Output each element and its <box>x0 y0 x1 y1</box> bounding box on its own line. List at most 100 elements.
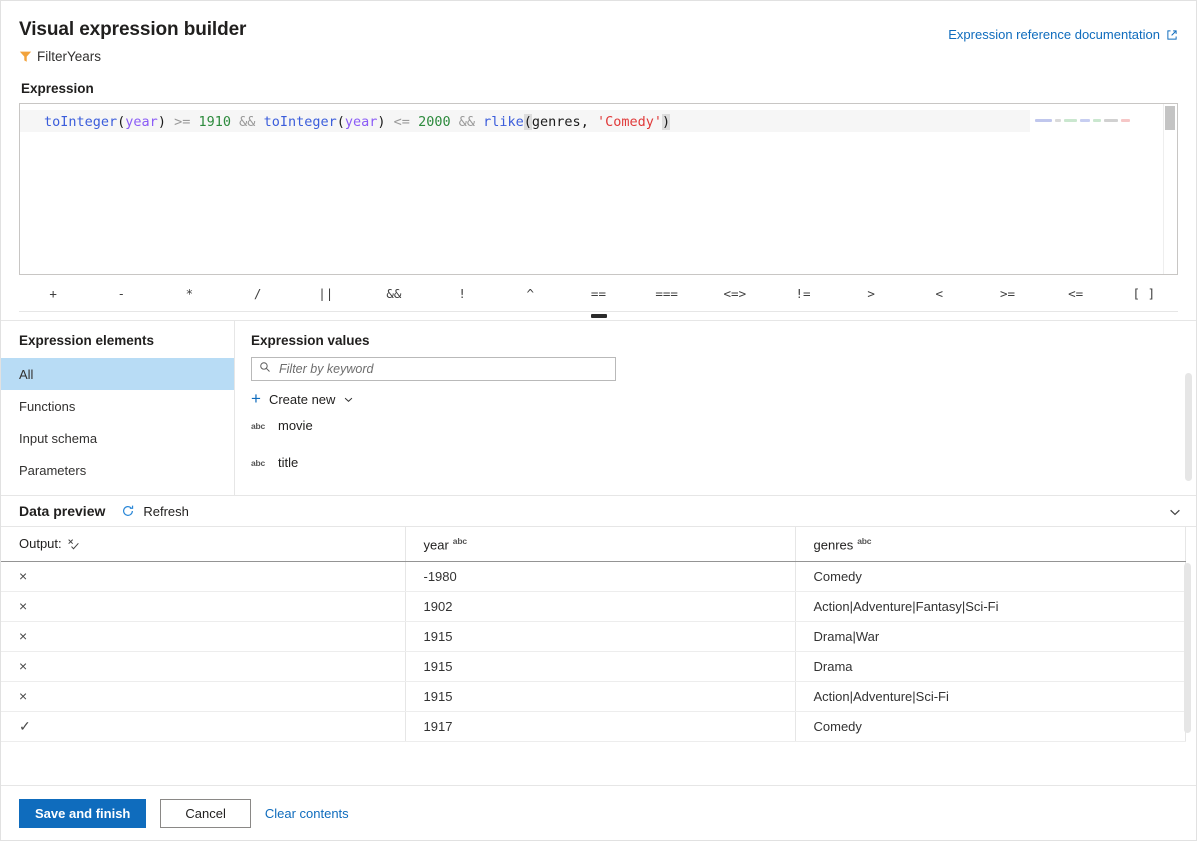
elements-item-parameters[interactable]: Parameters <box>1 454 234 486</box>
table-row[interactable]: ✓1917Comedy <box>1 711 1185 741</box>
transform-subtitle: FilterYears <box>19 49 1178 64</box>
code-token: genres <box>532 114 581 130</box>
row-genres-cell: Drama <box>795 651 1185 681</box>
clear-contents-button[interactable]: Clear contents <box>265 806 349 821</box>
operator-button[interactable]: / <box>224 286 292 301</box>
code-token <box>190 114 198 130</box>
operator-button[interactable]: == <box>564 286 632 301</box>
editor-scrollbar-thumb[interactable] <box>1165 106 1175 130</box>
code-token: 'Comedy' <box>597 114 662 130</box>
transform-name: FilterYears <box>37 49 101 64</box>
operator-button[interactable]: + <box>19 286 87 301</box>
code-token: >= <box>174 114 190 130</box>
dialog-footer: Save and finish Cancel Clear contents <box>1 785 1196 840</box>
operator-button[interactable]: === <box>633 286 701 301</box>
row-output-mark: × <box>1 561 405 591</box>
search-input[interactable] <box>277 361 608 377</box>
operator-toolbar: +-*/||&&!^=====<=>!=><>=<=[ ] <box>19 275 1178 312</box>
code-token <box>231 114 239 130</box>
code-token <box>475 114 483 130</box>
values-scrollbar[interactable] <box>1185 373 1192 481</box>
operator-button[interactable]: <= <box>1042 286 1110 301</box>
table-row[interactable]: ×1902Action|Adventure|Fantasy|Sci-Fi <box>1 591 1185 621</box>
operator-button[interactable]: >= <box>973 286 1041 301</box>
table-column-header[interactable]: Output: <box>1 527 405 561</box>
operator-button[interactable]: - <box>87 286 155 301</box>
expression-elements-title: Expression elements <box>1 333 234 358</box>
editor-scrollbar[interactable] <box>1163 104 1177 274</box>
table-row[interactable]: ×-1980Comedy <box>1 561 1185 591</box>
operator-button[interactable]: [ ] <box>1110 286 1178 301</box>
elements-item-functions[interactable]: Functions <box>1 390 234 422</box>
expression-reference-documentation-link[interactable]: Expression reference documentation <box>948 27 1178 42</box>
operator-button[interactable]: * <box>155 286 223 301</box>
refresh-button[interactable]: Refresh <box>121 504 189 519</box>
expression-editor[interactable]: toInteger(year) >= 1910 && toInteger(yea… <box>19 103 1178 275</box>
code-token <box>386 114 394 130</box>
row-genres-cell: Action|Adventure|Fantasy|Sci-Fi <box>795 591 1185 621</box>
code-token: ( <box>337 114 345 130</box>
data-preview-table: Output:yearabcgenresabc ×-1980Comedy×190… <box>1 527 1186 742</box>
code-token: rlike <box>483 114 524 130</box>
dialog-header: Visual expression builder FilterYears Ex… <box>1 1 1196 103</box>
row-genres-cell: Comedy <box>795 711 1185 741</box>
code-token: ) <box>158 114 166 130</box>
row-year-cell: 1915 <box>405 651 795 681</box>
refresh-label: Refresh <box>143 504 189 519</box>
elements-item-label: Parameters <box>19 463 86 478</box>
code-token: toInteger <box>264 114 337 130</box>
code-token: 1910 <box>199 114 232 130</box>
row-output-mark: × <box>1 621 405 651</box>
table-column-header[interactable]: genresabc <box>795 527 1185 561</box>
row-output-mark: × <box>1 681 405 711</box>
save-and-finish-button[interactable]: Save and finish <box>19 799 146 828</box>
row-year-cell: 1915 <box>405 621 795 651</box>
expression-label: Expression <box>21 81 1178 96</box>
row-output-mark: ✓ <box>1 711 405 741</box>
cancel-button[interactable]: Cancel <box>160 799 250 828</box>
row-output-mark: × <box>1 591 405 621</box>
code-token <box>451 114 459 130</box>
operator-button[interactable]: <=> <box>701 286 769 301</box>
table-scrollbar[interactable] <box>1184 563 1191 733</box>
operator-button[interactable]: && <box>360 286 428 301</box>
table-column-label: year <box>424 537 449 552</box>
row-output-mark: × <box>1 651 405 681</box>
operator-button[interactable]: ! <box>428 286 496 301</box>
editor-minimap[interactable] <box>1035 113 1155 127</box>
code-token: ) <box>662 114 670 130</box>
elements-item-label: Functions <box>19 399 75 414</box>
table-row[interactable]: ×1915Action|Adventure|Sci-Fi <box>1 681 1185 711</box>
chevron-down-icon <box>1168 505 1182 519</box>
splitter-grip[interactable] <box>591 314 607 318</box>
operator-button[interactable]: || <box>292 286 360 301</box>
create-new-button[interactable]: + Create new <box>251 392 354 407</box>
data-preview-title: Data preview <box>19 503 105 519</box>
operator-button[interactable]: < <box>905 286 973 301</box>
expression-code-line[interactable]: toInteger(year) >= 1910 && toInteger(yea… <box>20 113 670 132</box>
data-preview-header: Data preview Refresh <box>1 496 1196 527</box>
table-row[interactable]: ×1915Drama|War <box>1 621 1185 651</box>
collapse-data-preview-button[interactable] <box>1168 496 1182 527</box>
operator-button[interactable]: > <box>837 286 905 301</box>
expression-value-item[interactable]: abcmovie <box>235 407 1196 444</box>
operator-button[interactable]: != <box>769 286 837 301</box>
code-token <box>255 114 263 130</box>
code-token: ) <box>377 114 385 130</box>
expression-value-label: movie <box>278 418 313 433</box>
chevron-down-icon[interactable] <box>343 394 354 405</box>
expression-value-item[interactable]: abctitle <box>235 444 1196 481</box>
filter-search-box[interactable] <box>251 357 616 381</box>
table-row[interactable]: ×1915Drama <box>1 651 1185 681</box>
editor-splitter[interactable] <box>1 312 1196 321</box>
row-year-cell: 1902 <box>405 591 795 621</box>
elements-item-input-schema[interactable]: Input schema <box>1 422 234 454</box>
operator-button[interactable]: ^ <box>496 286 564 301</box>
row-genres-cell: Action|Adventure|Sci-Fi <box>795 681 1185 711</box>
elements-item-label: All <box>19 367 33 382</box>
elements-item-label: Input schema <box>19 431 97 446</box>
table-column-header[interactable]: yearabc <box>405 527 795 561</box>
elements-item-all[interactable]: All <box>1 358 234 390</box>
column-type-badge: abc <box>857 536 871 546</box>
code-token: , <box>581 114 597 130</box>
